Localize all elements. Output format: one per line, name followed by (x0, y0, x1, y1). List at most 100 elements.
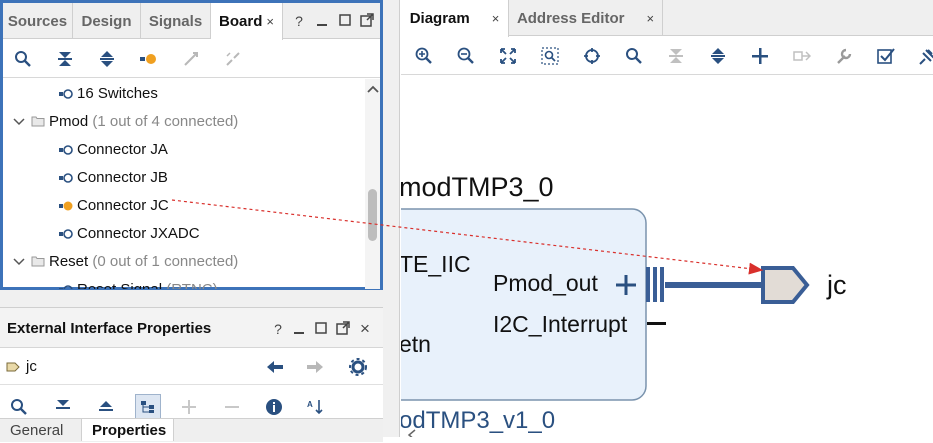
tree-item-reset[interactable]: Reset (0 out of 1 connected) (13, 248, 238, 276)
minimize-button[interactable] (291, 321, 307, 337)
properties-toolbar: A (0, 394, 383, 420)
connect-icon (184, 52, 198, 66)
port-icon (59, 229, 73, 239)
remove-icon[interactable] (223, 398, 241, 416)
expand-all-icon (100, 51, 114, 67)
maximize-button[interactable] (337, 13, 353, 29)
help-button[interactable]: ? (291, 13, 307, 29)
pin-icon[interactable] (919, 47, 933, 65)
tab-address-editor[interactable]: Address Editor × (509, 0, 663, 36)
gear-icon[interactable] (349, 358, 367, 376)
interrupt-pin[interactable] (647, 322, 666, 325)
search-icon[interactable] (10, 398, 28, 416)
add-ip-icon[interactable] (751, 47, 769, 65)
chevron-down-icon[interactable] (13, 258, 25, 266)
tree-scrollbar[interactable] (365, 79, 380, 289)
tab-label: Signals (148, 13, 203, 30)
maximize-button[interactable] (313, 321, 329, 337)
zoom-in-icon[interactable] (415, 47, 433, 65)
connection-wire[interactable] (665, 282, 765, 288)
scroll-up-icon[interactable] (367, 85, 379, 93)
float-window-icon (360, 13, 374, 27)
info-icon[interactable] (265, 398, 283, 416)
diagram-tab-bar: Diagram × Address Editor × (401, 0, 933, 37)
external-port-icon[interactable] (761, 266, 810, 304)
block-instance-name: modTMP3_0 (401, 172, 554, 202)
tab-label: Sources (7, 13, 68, 30)
sort-icon[interactable]: A (306, 398, 324, 416)
tab-signals[interactable]: Signals (141, 3, 211, 39)
vertical-splitter[interactable] (383, 0, 400, 437)
tree-item-meta: (RTNC) (166, 281, 217, 289)
minimize-icon (294, 332, 304, 334)
help-button[interactable]: ? (270, 321, 286, 337)
tree-item-connector-jb[interactable]: Connector JB (59, 164, 168, 192)
group-by-category-button[interactable] (135, 394, 161, 420)
close-button[interactable]: × (357, 320, 373, 337)
connect-button[interactable] (181, 49, 201, 69)
properties-title: External Interface Properties (7, 320, 212, 337)
tree-item-reset-signal[interactable]: Reset Signal (RTNC) (59, 276, 218, 289)
collapse-all-icon[interactable] (54, 398, 72, 416)
center-icon[interactable] (583, 47, 601, 65)
forward-arrow-icon[interactable] (306, 360, 324, 374)
zoom-area-icon[interactable] (541, 47, 559, 65)
tree-item-connector-ja[interactable]: Connector JA (59, 136, 168, 164)
ip-name-label: odTMP3_v1_0 (401, 407, 555, 434)
fit-view-icon[interactable] (499, 47, 517, 65)
search-icon[interactable] (625, 47, 643, 65)
make-external-icon[interactable] (793, 47, 811, 65)
zoom-out-icon[interactable] (457, 47, 475, 65)
tab-sources[interactable]: Sources (3, 3, 73, 39)
collapse-all-icon[interactable] (667, 47, 685, 65)
tree-item-pmod[interactable]: Pmod (1 out of 4 connected) (13, 108, 238, 136)
minimize-icon (317, 24, 327, 26)
diagram-canvas[interactable]: modTMP3_0 TE_IIC etn Pmod_out I2C_Interr… (401, 76, 933, 437)
tab-properties[interactable]: Properties (82, 419, 174, 441)
minimize-button[interactable] (314, 13, 330, 29)
float-button[interactable] (359, 13, 375, 29)
tab-label: Diagram (409, 10, 470, 27)
maximize-icon (339, 14, 351, 26)
interface-pin-icon[interactable] (646, 267, 664, 302)
float-button[interactable] (335, 321, 351, 337)
panel-splitter[interactable] (0, 290, 383, 307)
collapse-all-button[interactable] (55, 49, 75, 69)
selected-object-name: jc (26, 358, 37, 375)
tree-item-connector-jc[interactable]: Connector JC (59, 192, 169, 220)
block-design-svg: modTMP3_0 TE_IIC etn Pmod_out I2C_Interr… (401, 172, 847, 437)
diagram-toolbar (401, 37, 933, 75)
tree-item-switches[interactable]: 16 Switches (59, 80, 158, 108)
port-label-iic: TE_IIC (401, 251, 471, 277)
port-label-resetn: etn (401, 331, 431, 357)
expand-all-icon[interactable] (97, 398, 115, 416)
close-tab-icon[interactable]: × (646, 11, 654, 26)
ip-block[interactable] (401, 208, 647, 401)
close-tab-icon[interactable]: × (266, 14, 274, 29)
wrench-icon[interactable] (835, 47, 853, 65)
expand-all-button[interactable] (97, 49, 117, 69)
disconnect-button[interactable] (223, 49, 243, 69)
board-tab-bar: Sources Design Signals Board × ? (3, 3, 380, 40)
auto-connect-button[interactable] (139, 49, 159, 69)
add-icon[interactable] (180, 398, 198, 416)
tab-design[interactable]: Design (73, 3, 141, 39)
properties-header: External Interface Properties ? × (0, 308, 383, 348)
tab-board[interactable]: Board × (211, 3, 283, 40)
board-panel: Sources Design Signals Board × ? 16 Swit… (0, 0, 383, 290)
board-toolbar (3, 40, 380, 78)
tree-item-label: Reset Signal (77, 281, 162, 289)
tab-diagram[interactable]: Diagram × (401, 0, 509, 37)
properties-object-row: jc (0, 349, 383, 385)
chevron-down-icon[interactable] (13, 118, 25, 126)
scroll-thumb[interactable] (368, 189, 377, 241)
port-label-pmod-out: Pmod_out (493, 270, 598, 296)
validate-icon[interactable] (877, 47, 895, 65)
back-arrow-icon[interactable] (266, 360, 284, 374)
close-tab-icon[interactable]: × (492, 11, 500, 26)
search-button[interactable] (13, 49, 33, 69)
tree-item-connector-jxadc[interactable]: Connector JXADC (59, 220, 200, 248)
tree-item-label: Connector JB (77, 169, 168, 186)
expand-all-icon[interactable] (709, 47, 727, 65)
tab-general[interactable]: General (0, 419, 82, 441)
